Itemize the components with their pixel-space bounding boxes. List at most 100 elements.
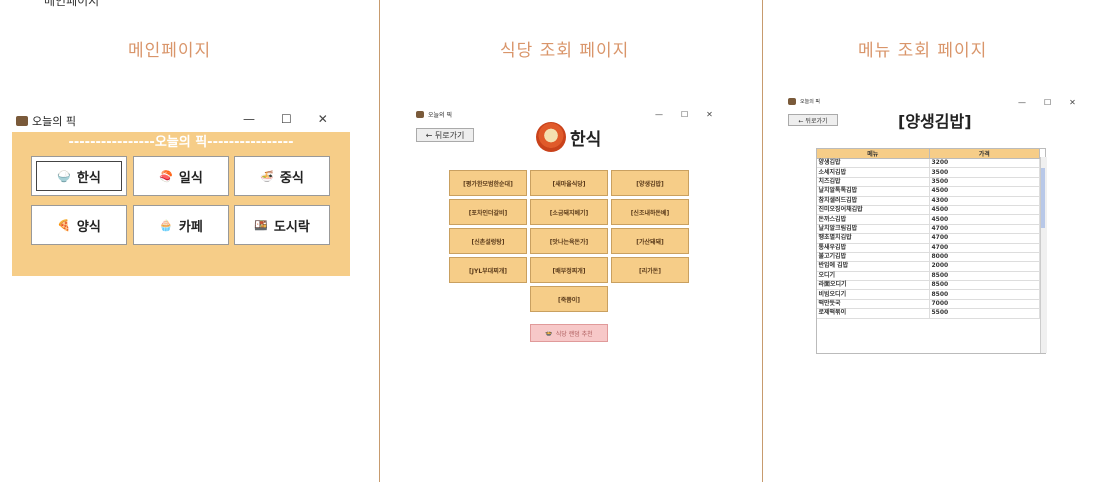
main-page-caption: 메인페이지 — [128, 41, 212, 61]
category-button-japanese[interactable]: 🍣 일식 — [133, 156, 229, 196]
category-label: 양식 — [76, 219, 101, 235]
category-label: 카페 — [178, 219, 203, 235]
category-label: 일식 — [178, 170, 203, 186]
close-button[interactable]: ✕ — [706, 110, 713, 119]
maximize-button[interactable]: ☐ — [681, 110, 688, 119]
menu-name-cell: 소세지김밥 — [816, 167, 930, 178]
column-divider — [379, 0, 380, 482]
menu-price-cell: 8500 — [929, 280, 1040, 291]
main-category-panel: ----------------오늘의 픽---------------- 🍚 … — [12, 132, 350, 276]
bibimbap-icon — [536, 122, 566, 152]
restaurant-button[interactable]: [새마을식당] — [530, 170, 608, 196]
random-recommend-button[interactable]: 🍲 식당 랜덤 추천 — [530, 324, 608, 342]
menu-price-cell: 4300 — [929, 196, 1040, 206]
table-row[interactable]: 반입에 김밥 2000 — [816, 261, 1040, 272]
window-title-text: 오늘의 픽 — [428, 112, 452, 119]
sushi-icon: 🍣 — [159, 169, 173, 183]
table-row[interactable]: 돈까스김밥 4500 — [816, 214, 1040, 225]
close-button[interactable]: ✕ — [318, 112, 328, 126]
table-row[interactable]: 날치알크림김밥 4700 — [816, 224, 1040, 235]
recommend-label: 식당 랜덤 추천 — [555, 330, 593, 338]
menu-price-cell: 8000 — [929, 252, 1040, 263]
menu-price-cell: 3500 — [929, 177, 1040, 188]
app-icon — [416, 111, 424, 118]
back-button[interactable]: ← 뒤로가기 — [416, 128, 474, 142]
restaurant-button[interactable]: [배부정찌개] — [530, 257, 608, 283]
menu-name-cell: 오디기 — [816, 271, 930, 282]
table-row[interactable]: 날치알톡톡김밥 4500 — [816, 186, 1040, 197]
menu-table: 메뉴 가격 양생김밥 3200 소세지김밥 3500 치즈김밥 3500 날치알톡톡김밥 45… — [816, 148, 1040, 319]
menu-name-cell: 돈까스김밥 — [816, 214, 930, 225]
category-button-korean[interactable]: 🍚 한식 — [31, 156, 127, 196]
restaurant-button[interactable]: [포차인더갈비] — [449, 199, 527, 225]
minimize-button[interactable]: — — [1018, 98, 1026, 107]
column-header-price[interactable]: 가격 — [928, 148, 1040, 159]
maximize-button[interactable]: ☐ — [281, 112, 292, 126]
menu-name-cell: 라面오디기 — [816, 280, 930, 291]
restaurant-button[interactable]: [가산돼돼] — [611, 228, 689, 254]
table-row[interactable]: 비빔오디기 8500 — [816, 289, 1040, 300]
menu-price-cell: 4700 — [929, 243, 1040, 253]
menu-price-cell: 4500 — [929, 214, 1040, 225]
table-row[interactable]: 떡만둣국 7000 — [816, 299, 1040, 310]
category-label: 중식 — [279, 170, 304, 186]
menu-name-cell: 날치알크림김밥 — [816, 224, 930, 235]
table-row[interactable]: 소세지김밥 3500 — [816, 167, 1040, 178]
cupcake-icon: 🧁 — [159, 218, 173, 232]
minimize-button[interactable]: — — [655, 110, 663, 119]
restaurant-button[interactable]: [양생김밥] — [611, 170, 689, 196]
category-button-western[interactable]: 🍕 양식 — [31, 205, 127, 245]
restaurant-button[interactable]: [평가한모범한순대] — [449, 170, 527, 196]
pizza-icon: 🍕 — [57, 218, 71, 232]
table-row[interactable]: 치즈김밥 3500 — [816, 177, 1040, 188]
restaurant-button[interactable]: [소금돼지베기] — [530, 199, 608, 225]
table-row[interactable]: 오디기 8500 — [816, 271, 1040, 282]
menu-price-cell: 8500 — [929, 289, 1040, 300]
table-row[interactable]: 진미오징어채김밥 4500 — [816, 205, 1040, 216]
table-row[interactable]: 땡초멸치김밥 4700 — [816, 233, 1040, 244]
noodle-bowl-icon: 🍜 — [260, 169, 274, 183]
window-title-text: 오늘의 픽 — [32, 115, 76, 128]
restaurant-button[interactable]: [신조내하돈베] — [611, 199, 689, 225]
restaurant-button[interactable]: [신촌설렁탕] — [449, 228, 527, 254]
menu-price-cell: 4500 — [929, 186, 1040, 197]
close-button[interactable]: ✕ — [1069, 98, 1076, 107]
menu-price-cell: 8500 — [929, 271, 1040, 282]
column-header-menu[interactable]: 메뉴 — [816, 148, 930, 159]
category-label: 도시락 — [273, 219, 310, 235]
menu-price-cell: 7000 — [929, 299, 1040, 310]
restaurant-button[interactable]: [JYL부대찌개] — [449, 257, 527, 283]
menu-price-cell: 3200 — [929, 158, 1040, 169]
menu-name-cell: 로제떡볶이 — [816, 308, 930, 319]
menu-name-cell: 날치알톡톡김밥 — [816, 186, 930, 197]
table-row[interactable]: 통새우김밥 4700 — [816, 243, 1040, 253]
restaurant-button[interactable]: [죽쯤이] — [530, 286, 608, 312]
table-row[interactable]: 라面오디기 8500 — [816, 280, 1040, 291]
table-row[interactable]: 불고기김밥 8000 — [816, 252, 1040, 263]
menu-name-cell: 참치샐러드김밥 — [816, 196, 930, 206]
menu-name-cell: 양생김밥 — [816, 158, 930, 169]
top-caption: 메인페이지 — [44, 0, 100, 8]
category-button-cafe[interactable]: 🧁 카페 — [133, 205, 229, 245]
menu-price-cell: 2000 — [929, 261, 1040, 272]
menu-window-controls: — ☐ ✕ — [1018, 98, 1076, 107]
restaurant-button[interactable]: [리가돈] — [611, 257, 689, 283]
restaurant-button[interactable]: [맛나는육돈가] — [530, 228, 608, 254]
table-row[interactable]: 양생김밥 3200 — [816, 158, 1040, 169]
main-window-title: 오늘의 픽 — [16, 113, 76, 129]
menu-name-cell: 진미오징어채김밥 — [816, 205, 930, 216]
back-button[interactable]: ← 뒤로가기 — [788, 114, 838, 126]
scrollbar-thumb[interactable] — [1041, 168, 1045, 228]
menu-name-cell: 비빔오디기 — [816, 289, 930, 300]
menu-price-cell: 4700 — [929, 224, 1040, 235]
table-row[interactable]: 참치샐러드김밥 4300 — [816, 196, 1040, 206]
app-icon — [788, 98, 796, 105]
minimize-button[interactable]: — — [243, 112, 255, 126]
restaurant-name-heading: [양생김밥] — [898, 112, 972, 131]
category-button-chinese[interactable]: 🍜 중식 — [234, 156, 330, 196]
maximize-button[interactable]: ☐ — [1044, 98, 1051, 107]
table-row[interactable]: 로제떡볶이 5500 — [816, 308, 1040, 319]
category-button-lunchbox[interactable]: 🍱 도시락 — [234, 205, 330, 245]
category-label: 한식 — [76, 170, 101, 186]
main-header: ----------------오늘의 픽---------------- — [68, 135, 294, 150]
